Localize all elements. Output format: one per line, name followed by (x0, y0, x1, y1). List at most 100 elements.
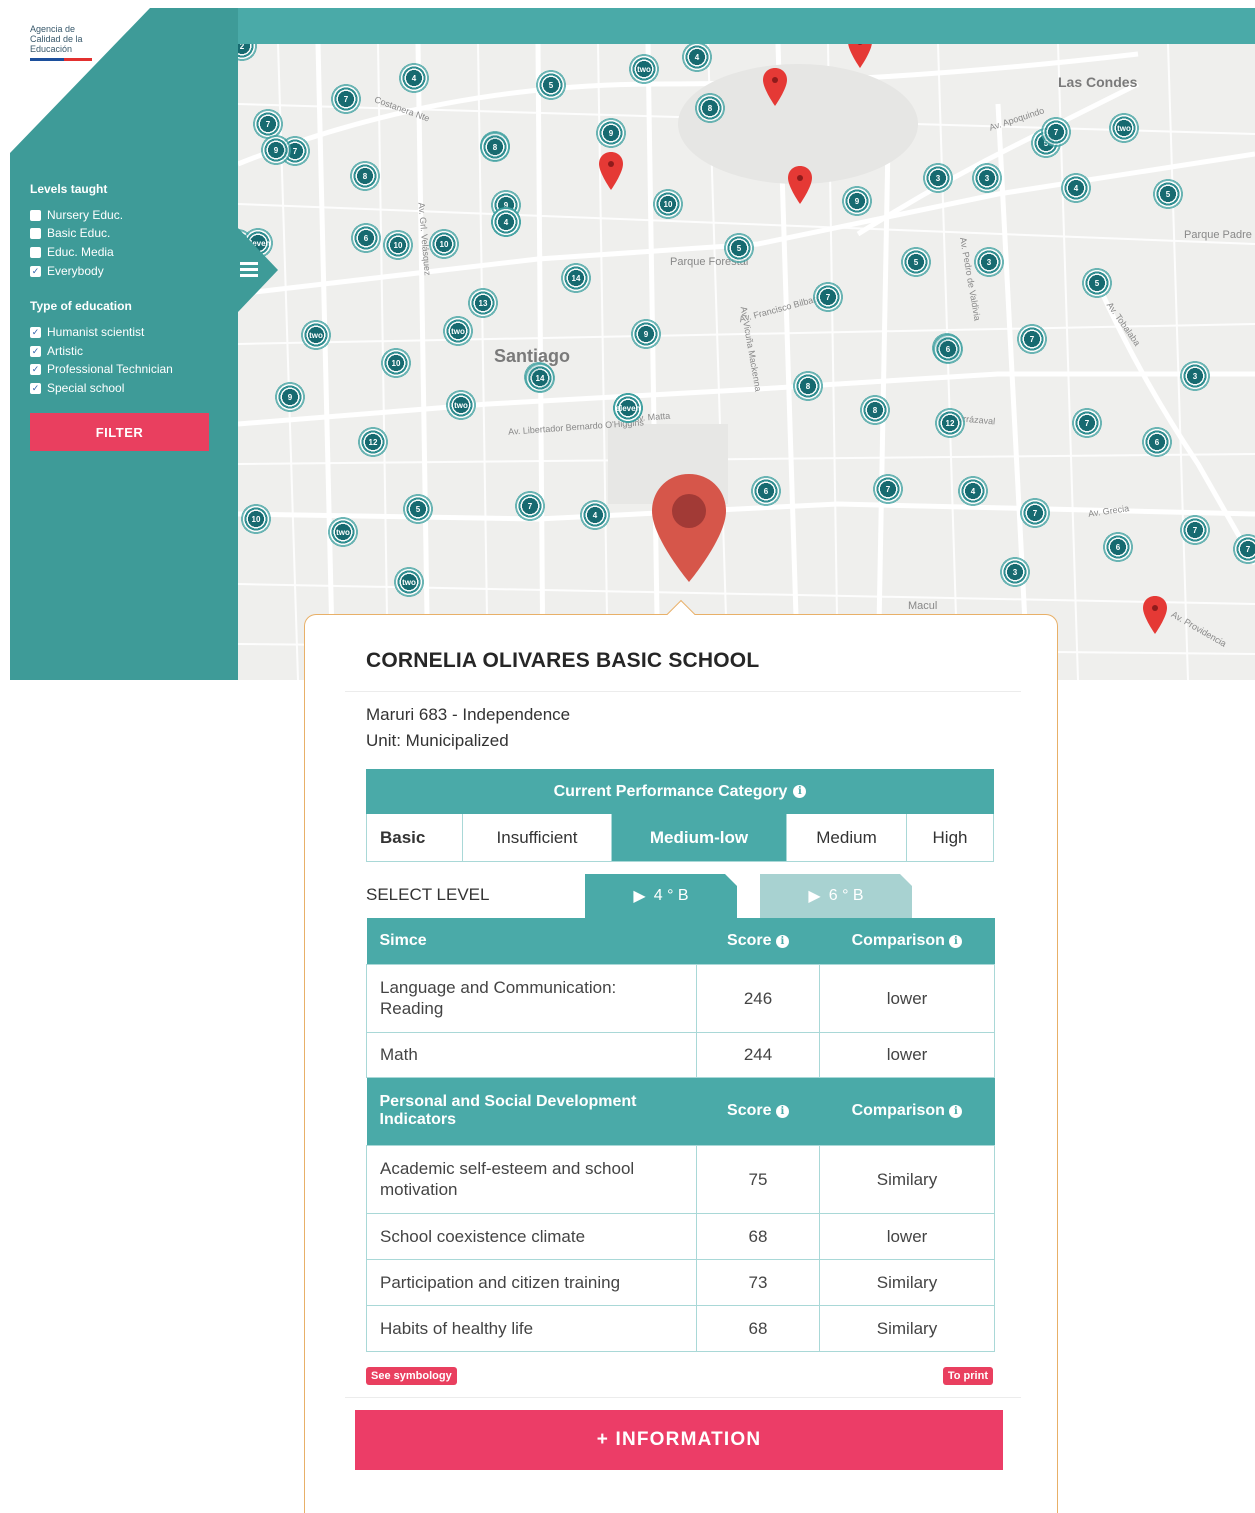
table-row: Academic self-esteem and school motivati… (366, 1144, 995, 1214)
checkbox-box[interactable] (30, 209, 41, 221)
map-cluster-marker[interactable]: 10 (651, 187, 685, 221)
map-cluster-marker[interactable]: 9 (273, 380, 307, 414)
map-cluster-marker[interactable]: 3 (970, 161, 1004, 195)
map-cluster-marker[interactable]: 3 (972, 245, 1006, 279)
menu-toggle[interactable] (238, 228, 278, 312)
map-cluster-marker[interactable]: 14 (523, 361, 557, 395)
level-tab-6b[interactable]: ▶ 6 ° B (760, 874, 912, 918)
map-cluster-marker[interactable]: 5 (1080, 266, 1114, 300)
map-cluster-marker[interactable]: two (392, 565, 426, 599)
map-cluster-marker[interactable]: 9 (594, 116, 628, 150)
info-icon[interactable]: i (949, 934, 963, 948)
map-cluster-marker[interactable]: 13 (466, 286, 500, 320)
map-cluster-marker[interactable]: 3 (998, 555, 1032, 589)
level-checkbox-everybody[interactable]: ✓ Everybody (30, 263, 104, 279)
map-cluster-marker[interactable]: 7 (1018, 496, 1052, 530)
info-icon[interactable]: i (949, 1105, 963, 1118)
map-cluster-marker[interactable]: 6 (749, 474, 783, 508)
map-cluster-marker[interactable]: 8 (693, 91, 727, 125)
map-canvas[interactable]: Santiago Las Condes Parque Forestal Parq… (238, 44, 1255, 680)
map-cluster-marker[interactable]: eleven (611, 391, 645, 425)
agency-logo[interactable]: Agencia de Calidad de la Educación (30, 24, 120, 54)
map-cluster-marker[interactable]: 7 (1178, 513, 1212, 547)
map-cluster-marker[interactable]: 7 (871, 472, 905, 506)
type-checkbox-special[interactable]: ✓ Special school (30, 380, 124, 396)
map-cluster-marker[interactable]: 5 (722, 231, 756, 265)
level-checkbox-nursery[interactable]: Nursery Educ. (30, 207, 123, 223)
map-pin-icon[interactable] (599, 152, 623, 190)
level-checkbox-basic[interactable]: Basic Educ. (30, 225, 110, 241)
map-cluster-marker[interactable]: 5 (899, 245, 933, 279)
map-pin-icon[interactable] (1143, 596, 1167, 634)
indicator-cell: Academic self-esteem and school motivati… (366, 1144, 697, 1214)
map-cluster-marker[interactable]: 7 (811, 280, 845, 314)
map-cluster-marker[interactable]: 5 (1151, 177, 1185, 211)
more-information-button[interactable]: + INFORMATION (355, 1410, 1003, 1470)
map-cluster-marker[interactable]: 6 (931, 332, 965, 366)
map-pin-icon[interactable] (788, 166, 812, 204)
filter-button[interactable]: FILTER (30, 413, 209, 451)
type-checkbox-artistic[interactable]: ✓ Artistic (30, 343, 83, 359)
map-cluster-marker[interactable]: two (299, 318, 333, 352)
map-cluster-marker[interactable]: 7 (1015, 322, 1049, 356)
map-cluster-marker[interactable]: 7 (513, 489, 547, 523)
level-checkbox-media[interactable]: Educ. Media (30, 244, 114, 260)
see-symbology-button[interactable]: See symbology (366, 1367, 457, 1385)
map-cluster-marker[interactable]: 4 (397, 61, 431, 95)
map-cluster-marker[interactable]: 8 (348, 159, 382, 193)
map-cluster-marker[interactable]: 12 (933, 406, 967, 440)
score-header: Score i (696, 918, 820, 964)
checkbox-box[interactable] (30, 227, 41, 239)
map-cluster-marker[interactable]: two (441, 314, 475, 348)
map-pin-icon[interactable] (848, 44, 872, 68)
checkbox-box[interactable]: ✓ (30, 326, 41, 338)
map-cluster-marker[interactable]: 5 (534, 68, 568, 102)
type-checkbox-humanist[interactable]: ✓ Humanist scientist (30, 324, 144, 340)
map-cluster-marker[interactable]: 4 (1059, 171, 1093, 205)
map-cluster-marker[interactable]: 6 (349, 221, 383, 255)
map-cluster-marker[interactable]: 7 (329, 82, 363, 116)
checkbox-box[interactable]: ✓ (30, 363, 41, 375)
map-cluster-marker[interactable]: two (326, 515, 360, 549)
map-cluster-marker[interactable]: 7 (1039, 115, 1073, 149)
map-cluster-marker[interactable]: 9 (629, 317, 663, 351)
map-pin-icon[interactable] (763, 68, 787, 106)
type-checkbox-technician[interactable]: ✓ Professional Technician (30, 361, 173, 377)
checkbox-box[interactable]: ✓ (30, 382, 41, 394)
checkbox-box[interactable]: ✓ (30, 265, 41, 277)
map-cluster-marker[interactable]: 10 (379, 346, 413, 380)
map-cluster-marker[interactable]: 9 (840, 184, 874, 218)
map-cluster-marker[interactable]: two (444, 388, 478, 422)
map-cluster-marker[interactable]: 12 (356, 425, 390, 459)
checkbox-box[interactable]: ✓ (30, 345, 41, 357)
map-cluster-marker[interactable]: two (1107, 111, 1141, 145)
map-cluster-marker[interactable]: 10 (427, 227, 461, 261)
checkbox-box[interactable] (30, 246, 41, 258)
score-header: Score i (696, 1077, 820, 1145)
map-cluster-marker[interactable]: 5 (401, 492, 435, 526)
map-cluster-marker[interactable]: 10 (381, 228, 415, 262)
map-cluster-marker[interactable]: 8 (478, 130, 512, 164)
info-icon[interactable]: i (775, 1105, 789, 1118)
map-cluster-marker[interactable]: two (627, 52, 661, 86)
map-cluster-marker[interactable]: 4 (956, 474, 990, 508)
score-header-label: Score (727, 931, 772, 949)
map-cluster-marker[interactable]: 4 (489, 205, 523, 239)
map-cluster-marker[interactable]: 6 (1140, 425, 1174, 459)
info-icon[interactable]: i (793, 785, 807, 798)
print-button[interactable]: To print (942, 1367, 993, 1385)
selected-school-pin-icon[interactable] (652, 474, 726, 582)
map-cluster-marker[interactable]: 14 (559, 261, 593, 295)
map-cluster-marker[interactable]: 8 (791, 369, 825, 403)
map-cluster-marker[interactable]: 7 (1070, 406, 1104, 440)
map-cluster-marker[interactable]: 3 (1178, 359, 1212, 393)
map-cluster-marker[interactable]: 3 (921, 161, 955, 195)
map-cluster-marker[interactable]: 8 (858, 393, 892, 427)
map-cluster-marker[interactable]: 6 (1101, 530, 1135, 564)
map-cluster-marker[interactable]: 10 (239, 502, 273, 536)
level-tab-4b[interactable]: ▶ 4 ° B (585, 874, 737, 918)
info-icon[interactable]: i (775, 934, 789, 948)
map-cluster-marker[interactable]: 9 (259, 133, 293, 167)
divider (345, 1397, 1021, 1398)
map-cluster-marker[interactable]: 4 (578, 498, 612, 532)
